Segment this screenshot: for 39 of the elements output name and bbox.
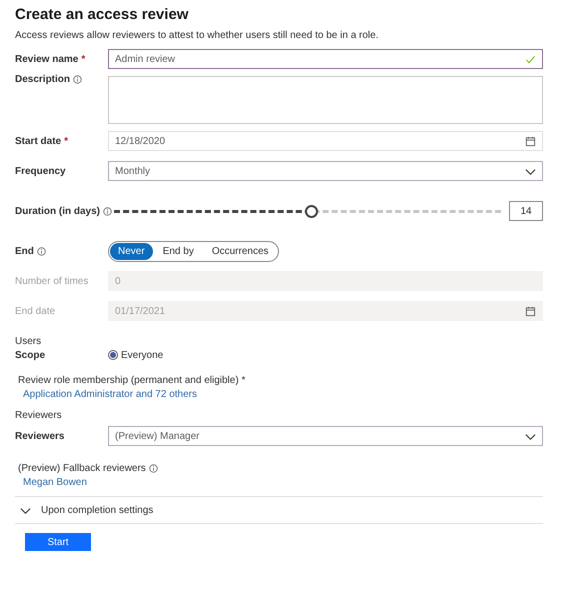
checkmark-icon	[525, 54, 536, 64]
collapsible-header[interactable]: Upon completion settings	[15, 496, 543, 524]
field-label: Frequency	[15, 166, 66, 176]
dropdown[interactable]: Monthly	[108, 161, 543, 181]
radio-label: Everyone	[121, 350, 164, 360]
number-field[interactable]: 14	[509, 201, 543, 221]
required-mark: *	[81, 54, 86, 64]
intro-text: Access reviews allow reviewers to attest to whether users still need to be in a role.	[15, 30, 380, 41]
link[interactable]: Megan Bowen	[23, 477, 87, 488]
date-field: 01/17/2021	[108, 301, 543, 321]
required-mark: *	[64, 136, 68, 146]
slider-thumb[interactable]	[305, 205, 318, 218]
input-field: 0	[108, 271, 543, 291]
link[interactable]: Application Administrator and 72 others	[23, 389, 197, 400]
caption-text: (Preview) Fallback reviewers	[18, 463, 146, 474]
segment-option[interactable]: Occurrences	[204, 242, 277, 260]
field-label: Number of times	[15, 276, 88, 286]
segment-option[interactable]: End by	[154, 242, 202, 260]
section-heading: Reviewers	[15, 410, 63, 421]
page-title: Create an access review	[15, 6, 190, 23]
segment-option[interactable]: Never	[110, 242, 153, 260]
field-label: Start date	[15, 136, 62, 146]
field-label: Reviewers	[15, 430, 64, 442]
section-heading: Users	[15, 336, 42, 347]
start-button[interactable]: Start	[25, 533, 91, 551]
field-label: End	[15, 246, 34, 256]
field-label: Review name	[15, 54, 78, 64]
date-field[interactable]: 12/18/2020	[108, 131, 543, 151]
field-label: Scope	[15, 350, 46, 360]
calendar-icon	[525, 136, 536, 146]
field-label: Duration (in days)	[15, 206, 100, 216]
radio-button[interactable]	[108, 350, 118, 360]
field-label: End date	[15, 306, 56, 316]
calendar-icon	[525, 306, 536, 316]
dropdown[interactable]: (Preview) Manager	[108, 426, 543, 446]
input-field[interactable]: Admin review	[108, 49, 543, 69]
field-label: Description	[15, 74, 70, 85]
slider-track[interactable]	[114, 204, 501, 218]
caption-text: Review role membership (permanent and eligible) *	[18, 375, 246, 386]
